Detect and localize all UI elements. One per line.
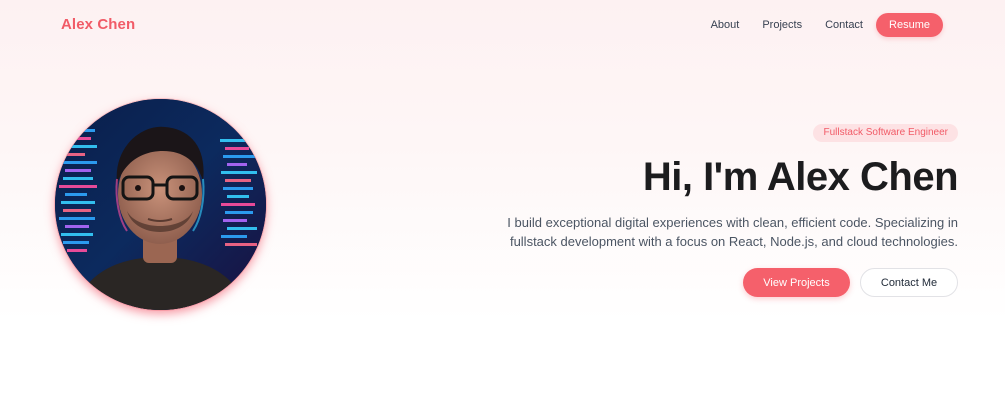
hero-description: I build exceptional digital experiences … — [507, 215, 958, 249]
cta-row: View Projects Contact Me — [498, 268, 958, 297]
resume-button[interactable]: Resume — [876, 13, 943, 37]
hero-headline: Hi, I'm Alex Chen — [642, 155, 959, 199]
hero-section: Fullstack Software Engineer Hi, I'm Alex… — [498, 122, 959, 297]
profile-photo — [55, 99, 266, 310]
role-badge: Fullstack Software Engineer — [813, 124, 958, 142]
view-projects-button[interactable]: View Projects — [743, 268, 850, 297]
contact-me-button[interactable]: Contact Me — [860, 268, 958, 297]
nav-link-projects[interactable]: Projects — [762, 19, 802, 31]
nav-link-about[interactable]: About — [711, 19, 740, 31]
top-nav: Alex Chen About Projects Contact Resume — [0, 0, 1005, 50]
brand-logo[interactable]: Alex Chen — [61, 16, 135, 33]
profile-avatar — [55, 99, 266, 310]
nav-links: About Projects Contact Resume — [711, 13, 943, 37]
nav-link-contact[interactable]: Contact — [825, 19, 863, 31]
